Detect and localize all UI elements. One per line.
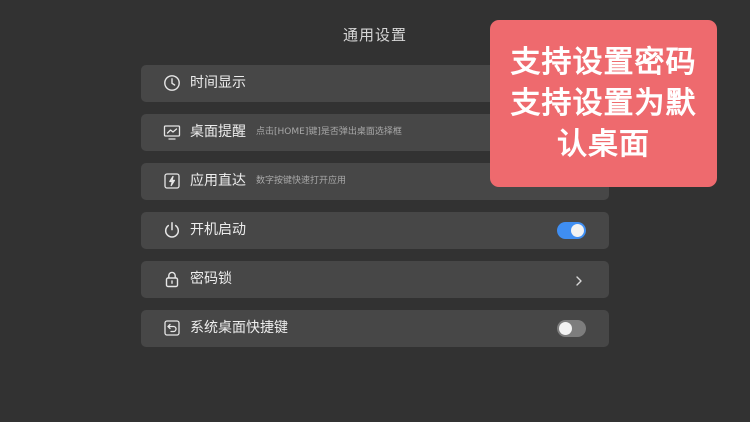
system-desktop-shortcut-toggle[interactable]	[557, 320, 586, 337]
setting-description: 点击[HOME]键]是否弹出桌面选择框	[256, 127, 402, 137]
callout-line: 认桌面	[557, 127, 650, 162]
setting-label: 桌面提醒	[190, 124, 246, 140]
power-icon	[163, 221, 181, 239]
setting-label: 开机启动	[190, 222, 246, 238]
callout-line: 支持设置为默	[510, 86, 697, 121]
setting-label: 系统桌面快捷键	[190, 320, 288, 336]
monitor-icon	[163, 123, 181, 141]
setting-description: 数字按键快速打开应用	[256, 176, 347, 186]
setting-row-password-lock[interactable]: 密码锁	[141, 261, 609, 298]
bolt-icon	[163, 172, 181, 190]
callout-line: 支持设置密码	[510, 45, 697, 80]
setting-label: 应用直达	[190, 173, 246, 189]
lock-icon	[163, 270, 181, 288]
setting-row-system-desktop-shortcut: 系统桌面快捷键	[141, 310, 609, 347]
toggle-knob	[559, 322, 572, 335]
boot-start-toggle[interactable]	[557, 222, 586, 239]
setting-label: 时间显示	[190, 75, 246, 91]
feature-callout-banner: 支持设置密码 支持设置为默 认桌面	[490, 20, 717, 187]
setting-row-boot-start: 开机启动	[141, 212, 609, 249]
toggle-knob	[571, 224, 584, 237]
return-icon	[163, 319, 181, 337]
chevron-right-icon[interactable]	[573, 273, 585, 287]
setting-label: 密码锁	[190, 271, 232, 287]
clock-icon	[163, 74, 181, 92]
